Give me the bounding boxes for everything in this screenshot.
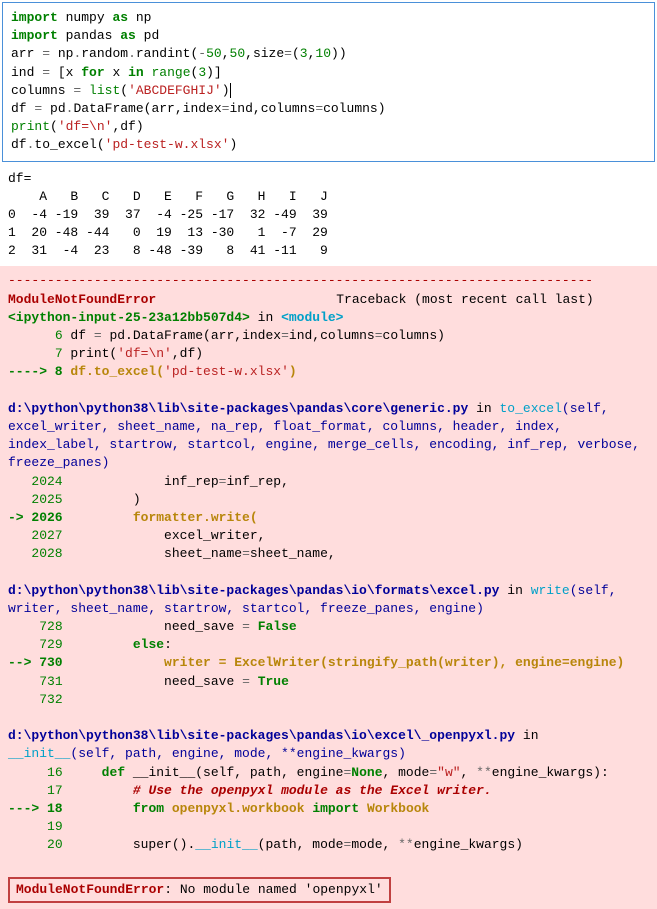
- error-traceback: ----------------------------------------…: [0, 266, 657, 908]
- code-line: import pandas as pd: [11, 27, 646, 45]
- code-line: columns = list('ABCDEFGHIJ'): [11, 82, 646, 100]
- code-line: df.to_excel('pd-test-w.xlsx'): [11, 136, 646, 154]
- error-name: ModuleNotFoundError: [8, 292, 156, 307]
- stdout-output: df= A B C D E F G H I J 0 -4 -19 39 37 -…: [0, 164, 657, 267]
- code-line: df = pd.DataFrame(arr,index=ind,columns=…: [11, 100, 646, 118]
- code-line: import numpy as np: [11, 9, 646, 27]
- code-line: ind = [x for x in range(3)]: [11, 64, 646, 82]
- code-line: arr = np.random.randint(-50,50,size=(3,1…: [11, 45, 646, 63]
- code-line: print('df=\n',df): [11, 118, 646, 136]
- final-error-box: ModuleNotFoundError: No module named 'op…: [8, 877, 391, 903]
- dash-line: ----------------------------------------…: [8, 273, 593, 288]
- code-input-cell[interactable]: import numpy as np import pandas as pd a…: [2, 2, 655, 162]
